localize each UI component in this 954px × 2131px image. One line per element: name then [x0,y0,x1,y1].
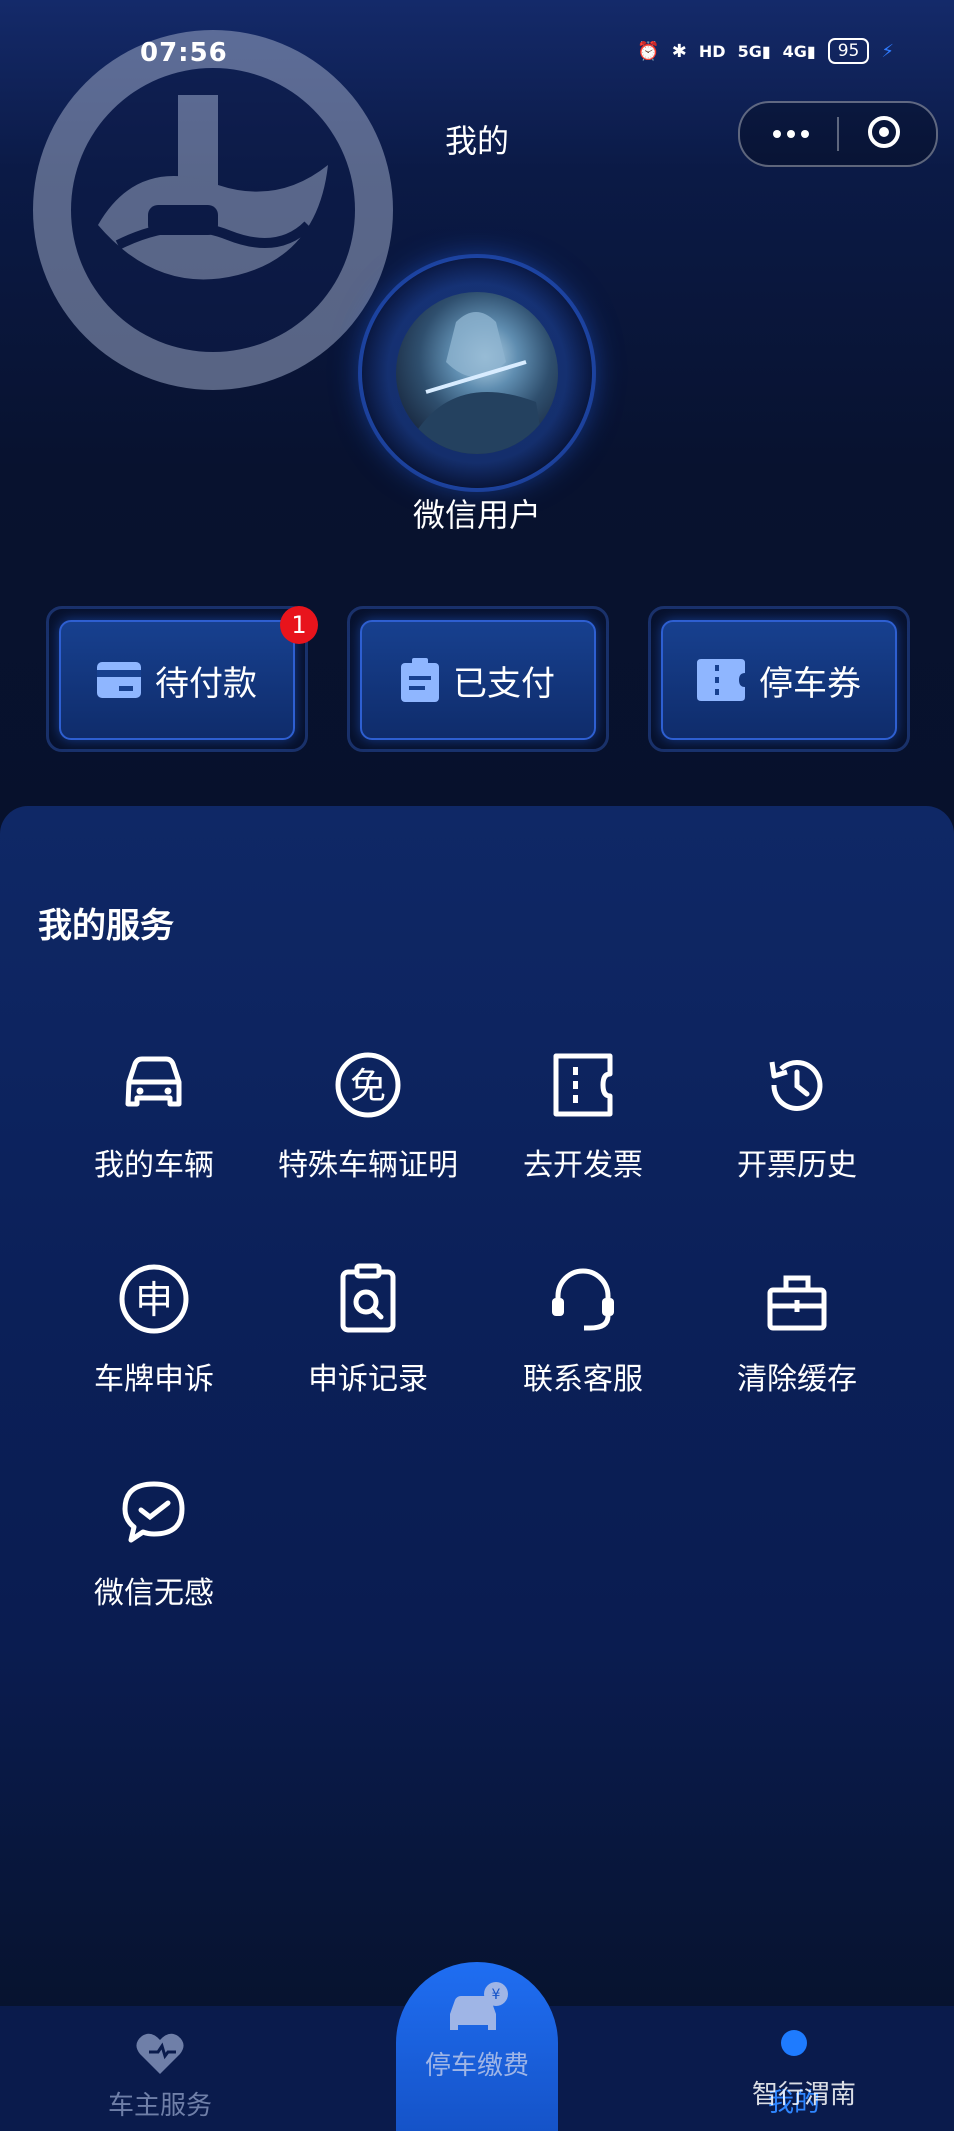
service-contact-support[interactable]: 联系客服 [476,1262,690,1398]
coupon-icon [697,659,745,701]
tab-label: 车主服务 [107,2091,212,2121]
parking-coupon-button[interactable]: 停车券 [661,620,897,740]
toolbox-icon [767,1275,827,1331]
service-issue-invoice[interactable]: 去开发票 [476,1048,690,1184]
username: 微信用户 [412,496,541,534]
tab-label: 停车缴费 [424,2051,529,2081]
service-wechat-nopay[interactable]: 微信无感 [47,1476,261,1612]
hd-icon: HD [698,41,726,61]
signal-5g-icon: 5G▮ [737,41,771,61]
appeal-icon: 申 [119,1264,189,1334]
battery-icon: 95 [827,38,870,64]
exempt-icon: 免 [335,1052,401,1118]
close-miniprogram-button[interactable] [868,116,900,148]
service-my-vehicles[interactable]: 我的车辆 [47,1048,261,1184]
brand-logo-watermark [33,30,393,390]
pending-count-badge: 1 [280,606,318,644]
service-plate-appeal[interactable]: 申 车牌申诉 [47,1262,261,1398]
headset-icon [552,1268,614,1331]
service-label: 开票历史 [737,1148,857,1183]
service-appeal-records[interactable]: 申诉记录 [261,1262,475,1398]
section-title: 我的服务 [38,906,174,946]
clipboard-icon [401,658,439,702]
order-label: 停车券 [759,663,861,704]
service-label: 车牌申诉 [94,1362,214,1397]
service-clear-cache[interactable]: 清除缓存 [690,1262,904,1398]
signal-4g-icon: 4G▮ [782,41,816,61]
search-record-icon [340,1263,396,1333]
status-icons: ⏰ ✱ HD 5G▮ 4G▮ 95 ⚡ [637,38,894,64]
avatar-image [408,312,545,454]
charging-icon: ⚡ [881,40,894,62]
avatar[interactable] [396,292,558,454]
wechat-pay-icon [122,1481,185,1543]
service-special-vehicle-cert[interactable]: 免 特殊车辆证明 [261,1048,475,1184]
order-label: 待付款 [155,663,257,704]
bluetooth-icon: ✱ [671,40,687,62]
pending-payment-button[interactable]: 待付款 [59,620,295,740]
order-label: 已支付 [453,663,555,704]
paid-button[interactable]: 已支付 [360,620,596,740]
svg-text:¥: ¥ [492,1987,501,2003]
card-icon [97,662,141,698]
service-label: 去开发票 [523,1148,643,1183]
status-time: 07:56 [140,38,228,68]
alarm-icon: ⏰ [637,40,660,62]
ticket-icon [553,1053,613,1117]
history-icon [769,1060,823,1112]
service-label: 特殊车辆证明 [278,1148,458,1183]
heart-icon [136,2033,184,2074]
service-invoice-history[interactable]: 开票历史 [690,1048,904,1184]
miniprogram-capsule [738,101,938,167]
svg-text:申: 申 [135,1278,173,1322]
service-label: 微信无感 [94,1576,214,1611]
service-label: 联系客服 [523,1362,643,1397]
service-label: 我的车辆 [94,1148,214,1183]
profile-icon [781,2030,807,2056]
services-panel [0,806,954,2006]
tab-owner-services[interactable]: 车主服务 [60,2030,260,2122]
car-icon [125,1056,182,1107]
svg-text:免: 免 [350,1066,386,1107]
service-label: 清除缓存 [737,1362,857,1397]
more-options-button[interactable] [766,121,816,147]
service-label: 申诉记录 [308,1362,428,1397]
parking-car-icon: ¥ [450,1982,508,2030]
watermark-text: 智行渭南 [752,2080,857,2110]
